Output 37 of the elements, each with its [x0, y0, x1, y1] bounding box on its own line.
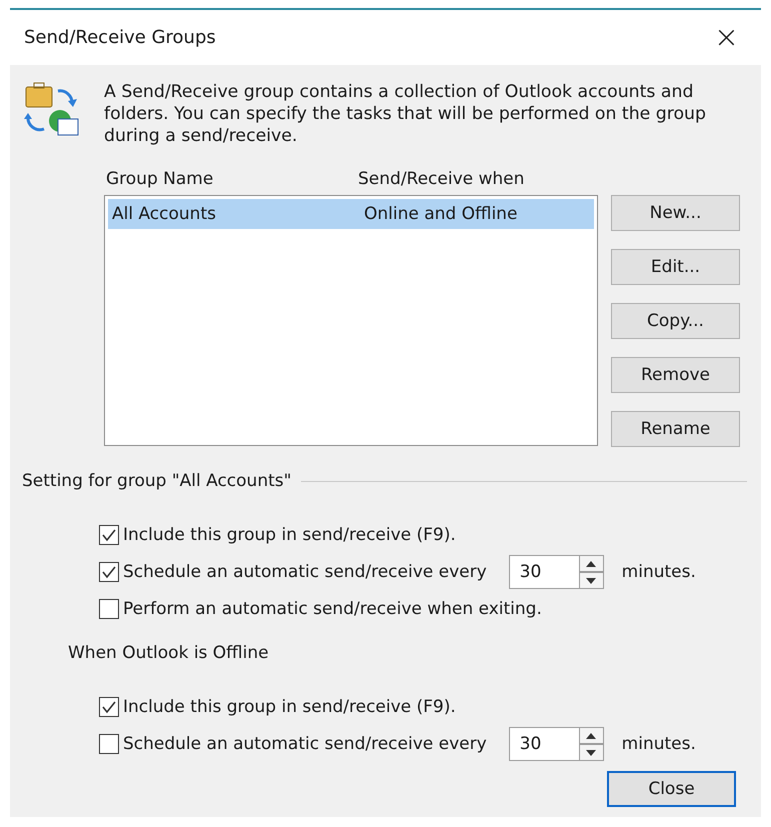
checkbox[interactable]: [99, 599, 119, 619]
minutes-field[interactable]: 30: [508, 555, 579, 589]
option-label: Include this group in send/receive (F9).: [123, 525, 456, 545]
up-arrow-icon: [586, 732, 596, 738]
checkbox[interactable]: [99, 525, 119, 545]
unit-label: minutes.: [622, 562, 696, 582]
option-label: Schedule an automatic send/receive every: [123, 562, 487, 582]
option-label: Perform an automatic send/receive when exiting.: [123, 599, 542, 619]
group-list[interactable]: All Accounts Online and Offline: [104, 195, 598, 446]
spin-down-button[interactable]: [578, 744, 604, 761]
column-header: Group Name: [106, 169, 214, 191]
action-button[interactable]: Copy...: [611, 303, 740, 339]
action-button[interactable]: Rename: [611, 411, 740, 447]
action-button[interactable]: Remove: [611, 357, 740, 393]
checkbox[interactable]: [99, 697, 119, 717]
action-button[interactable]: Edit...: [611, 249, 740, 285]
close-button[interactable]: Close: [607, 771, 736, 807]
spin-up-button[interactable]: [578, 555, 604, 572]
group-title: Setting for group "All Accounts": [22, 471, 292, 491]
action-button[interactable]: New...: [611, 195, 740, 231]
section-label: When Outlook is Offline: [68, 643, 270, 663]
unit-label: minutes.: [622, 734, 696, 754]
group-row[interactable]: All Accounts Online and Offline: [108, 199, 594, 229]
close-button[interactable]: ×: [714, 22, 739, 52]
spin-up-button[interactable]: [578, 727, 604, 744]
spin-down-button[interactable]: [578, 572, 604, 589]
up-arrow-icon: [586, 560, 596, 566]
checkbox[interactable]: [99, 734, 119, 754]
description-text: A Send/Receive group contains a collection of Outlook accounts and folders. You can specify the tasks that will be performed on the group during a send/receive.: [104, 81, 707, 147]
down-arrow-icon: [586, 750, 596, 756]
checkbox[interactable]: [99, 562, 119, 582]
column-header: Send/Receive when: [358, 169, 526, 191]
option-label: Schedule an automatic send/receive every: [123, 734, 487, 754]
window-title: Send/Receive Groups: [24, 27, 216, 48]
option-label: Include this group in send/receive (F9).: [123, 697, 456, 717]
down-arrow-icon: [586, 578, 596, 584]
minutes-field[interactable]: 30: [508, 727, 579, 761]
